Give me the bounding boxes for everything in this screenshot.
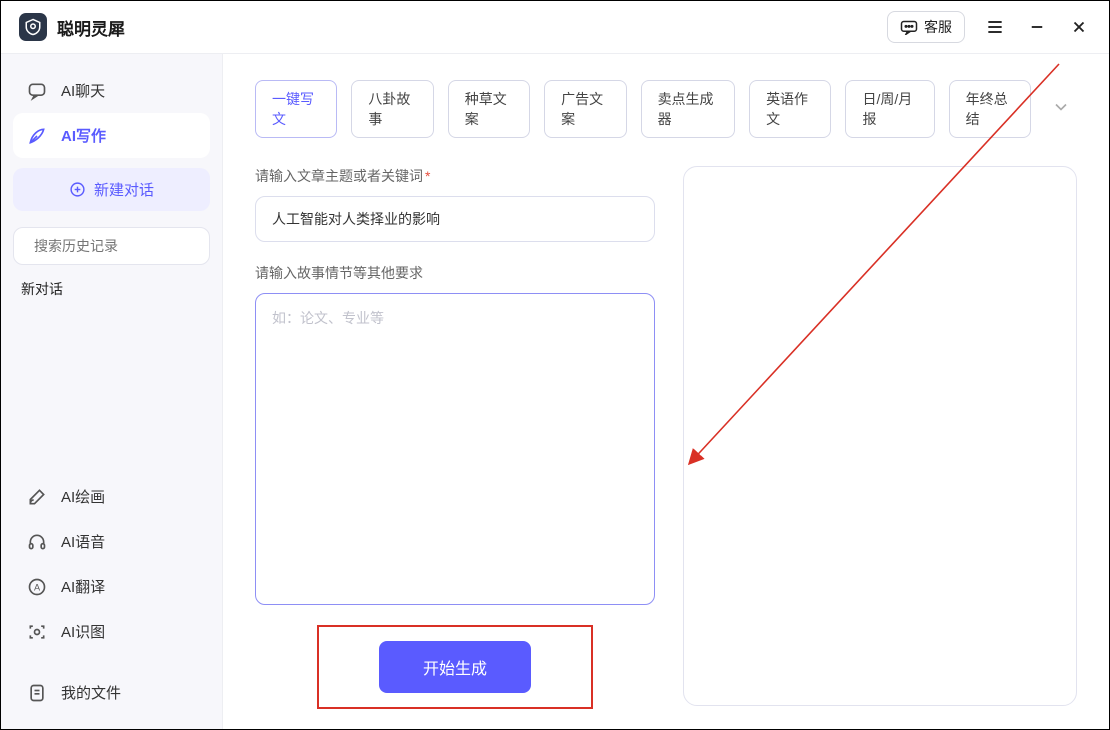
sidebar-item-label: AI聊天 [61,80,105,101]
sidebar-item-vision[interactable]: AI识图 [13,609,210,654]
close-icon [1070,18,1088,36]
minimize-icon [1028,18,1046,36]
search-history-input[interactable] [34,238,215,254]
sidebar-item-label: 我的文件 [61,682,121,703]
sidebar-item-chat[interactable]: AI聊天 [13,68,210,113]
sidebar-item-label: AI识图 [61,621,105,642]
titlebar-left: 聪明灵犀 [19,13,125,41]
category-pill[interactable]: 卖点生成器 [641,80,736,138]
brush-icon [27,487,47,507]
headphone-icon [27,532,47,552]
content: 一键写文 八卦故事 种草文案 广告文案 卖点生成器 英语作文 日/周/月报 年终… [223,54,1109,729]
category-pill[interactable]: 日/周/月报 [845,80,934,138]
category-pill[interactable]: 种草文案 [448,80,530,138]
new-chat-label: 新建对话 [94,179,154,200]
chat-bubble-icon [900,20,918,35]
topic-label: 请输入文章主题或者关键词* [255,166,655,186]
form-left: 请输入文章主题或者关键词* 请输入故事情节等其他要求 开始生成 [255,166,655,709]
category-pill[interactable]: 一键写文 [255,80,337,138]
titlebar-right: 客服 [887,11,1091,43]
svg-text:A: A [34,582,41,592]
category-row: 一键写文 八卦故事 种草文案 广告文案 卖点生成器 英语作文 日/周/月报 年终… [255,80,1077,138]
hamburger-icon [985,17,1005,37]
titlebar: 聪明灵犀 客服 [1,1,1109,54]
extra-label: 请输入故事情节等其他要求 [255,263,655,283]
chat-icon [27,81,47,101]
sidebar-item-write[interactable]: AI写作 [13,113,210,158]
extra-textarea[interactable] [255,293,655,605]
category-pill[interactable]: 年终总结 [949,80,1031,138]
app-title: 聪明灵犀 [57,15,125,40]
feather-icon [27,126,47,146]
form-right [683,166,1077,709]
close-button[interactable] [1067,15,1091,39]
scan-icon [27,622,47,642]
menu-button[interactable] [983,15,1007,39]
sidebar-item-label: AI绘画 [61,486,105,507]
topic-input[interactable] [255,196,655,242]
category-pill[interactable]: 英语作文 [749,80,831,138]
category-pill[interactable]: 广告文案 [544,80,626,138]
history-item[interactable]: 新对话 [13,265,210,313]
expand-categories-button[interactable] [1045,91,1077,128]
generate-button[interactable]: 开始生成 [379,641,531,693]
app-logo-icon [19,13,47,41]
file-icon [27,683,47,703]
minimize-button[interactable] [1025,15,1049,39]
plus-circle-icon [69,181,86,198]
search-history-input-wrap[interactable] [13,227,210,265]
sidebar-item-label: AI语音 [61,531,105,552]
support-label: 客服 [924,17,952,37]
translate-icon: A [27,577,47,597]
required-star-icon: * [425,168,430,184]
output-panel [683,166,1077,706]
sidebar-item-label: AI翻译 [61,576,105,597]
new-chat-button[interactable]: 新建对话 [13,168,210,211]
sidebar-item-voice[interactable]: AI语音 [13,519,210,564]
chevron-down-icon [1051,97,1071,117]
category-pill[interactable]: 八卦故事 [351,80,433,138]
generate-highlight-box: 开始生成 [317,625,593,709]
sidebar-item-paint[interactable]: AI绘画 [13,474,210,519]
sidebar: AI聊天 AI写作 新建对话 新对话 AI绘画 AI语音 A [1,54,223,729]
sidebar-item-translate[interactable]: A AI翻译 [13,564,210,609]
sidebar-item-label: AI写作 [61,125,106,146]
support-button[interactable]: 客服 [887,11,965,43]
sidebar-item-files[interactable]: 我的文件 [13,670,210,715]
form-area: 请输入文章主题或者关键词* 请输入故事情节等其他要求 开始生成 [255,166,1077,709]
